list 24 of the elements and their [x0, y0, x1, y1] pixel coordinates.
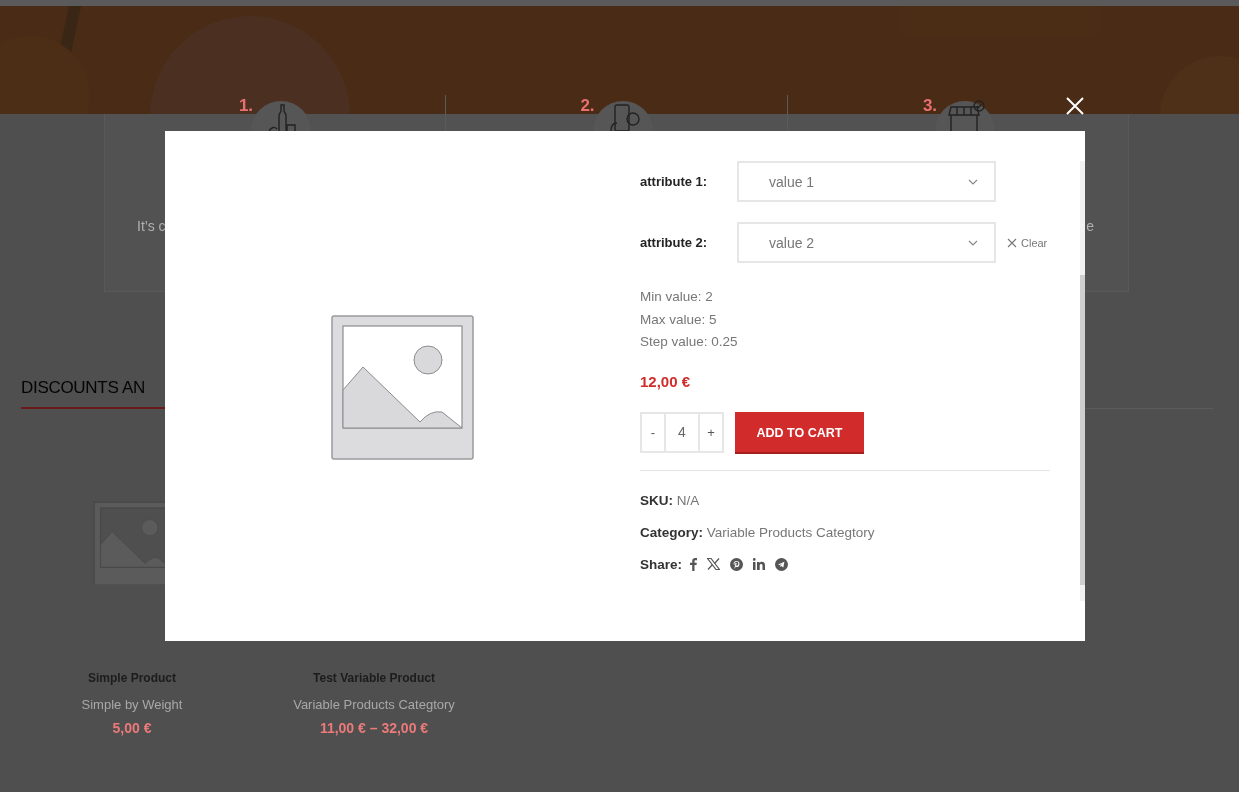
- product-category[interactable]: Simple by Weight: [81, 697, 183, 712]
- step-text: It’s c: [137, 218, 166, 234]
- meta-text: Category: Variable Products Categtory: [640, 524, 876, 540]
- step-text: e: [1086, 218, 1094, 234]
- clear-link[interactable]: Clear: [1007, 236, 1048, 249]
- limit-text: Step value: 0.25: [640, 333, 739, 351]
- meta-text: SKU: N/A: [640, 492, 701, 508]
- step-number: 1.: [238, 96, 254, 116]
- attribute-label: attribute 1:: [640, 174, 709, 189]
- product-category[interactable]: Variable Products Categtory: [293, 697, 455, 712]
- step-number: 3.: [922, 96, 938, 116]
- step-number: 2.: [580, 96, 595, 116]
- quantity-input[interactable]: 4: [664, 413, 700, 451]
- quantity-stepper[interactable]: - 4 +: [640, 411, 724, 453]
- share-label: Share:: [640, 556, 683, 572]
- attribute-select[interactable]: value 2: [737, 222, 996, 263]
- attribute-select[interactable]: value 1: [737, 161, 996, 202]
- product-price: 12,00 €: [640, 372, 692, 390]
- product-price: 5,00 €: [112, 720, 152, 736]
- attribute-label: attribute 2:: [640, 235, 709, 250]
- limit-text: Min value: 2: [640, 288, 714, 306]
- product-price: 11,00 € – 32,00 €: [319, 720, 429, 736]
- add-to-cart-button[interactable]: ADD TO CART: [735, 411, 864, 454]
- limit-text: Max value: 5: [640, 310, 718, 329]
